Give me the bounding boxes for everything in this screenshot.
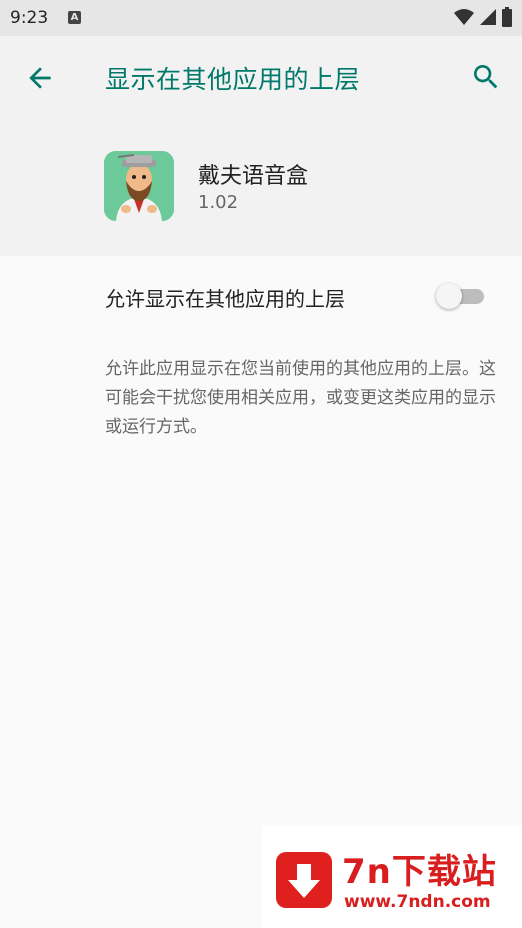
settings-screen: 9:23 A 显示在其他应用的上层 戴夫语音盒 1.02 允许显示在其他应用的上… [0, 0, 522, 928]
app-header: 戴夫语音盒 1.02 [0, 118, 522, 256]
wifi-icon [454, 9, 474, 25]
app-name: 戴夫语音盒 [198, 164, 309, 189]
watermark-url: www.7ndn.com [344, 892, 491, 912]
app-bar: 显示在其他应用的上层 [0, 36, 522, 118]
watermark: 7n下载站 www.7ndn.com [262, 826, 522, 928]
app-version: 1.02 [198, 192, 239, 213]
download-logo-icon [276, 852, 332, 908]
notification-icon: A [68, 11, 81, 24]
watermark-title: 7n下载站 [342, 852, 497, 892]
toggle-thumb [436, 283, 462, 309]
toggle-label: 允许显示在其他应用的上层 [105, 287, 345, 311]
status-icons [454, 7, 512, 27]
status-time: 9:23 [10, 8, 49, 28]
permission-description: 允许此应用显示在您当前使用的其他应用的上层。这可能会干扰您使用相关应用，或变更这… [105, 359, 496, 437]
app-icon [104, 151, 174, 221]
page-title: 显示在其他应用的上层 [105, 65, 361, 94]
permission-toggle-row[interactable]: 允许显示在其他应用的上层 [0, 256, 522, 336]
search-button[interactable] [470, 61, 502, 93]
battery-icon [502, 7, 512, 27]
permission-toggle-switch[interactable] [436, 282, 484, 310]
signal-icon [480, 9, 496, 25]
crazy-dave-icon [104, 151, 174, 221]
back-button[interactable] [24, 62, 56, 94]
status-bar: 9:23 A [0, 0, 522, 36]
search-icon [474, 65, 498, 89]
arrow-back-icon [29, 67, 51, 89]
